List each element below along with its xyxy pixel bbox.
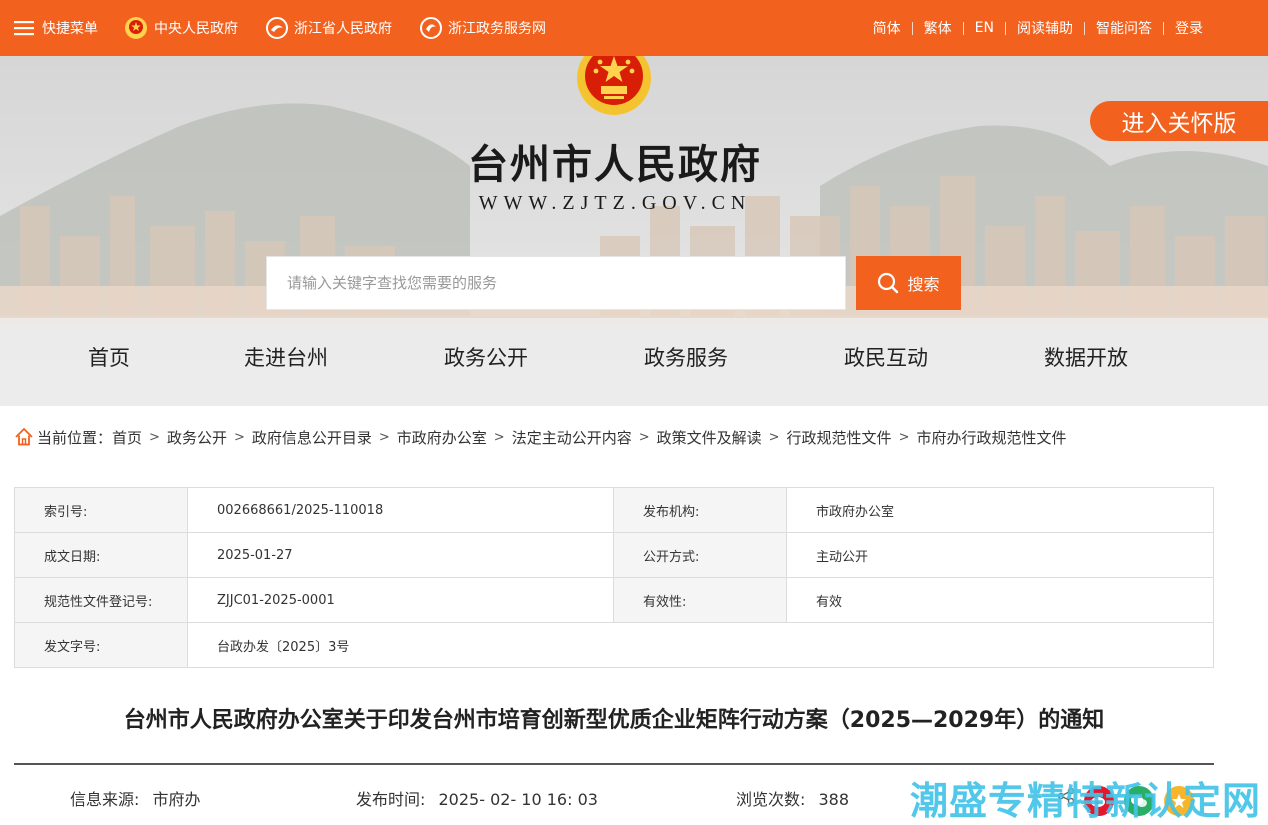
service-logo-icon [420, 17, 442, 39]
table-row: 成文日期: 2025-01-27 公开方式: 主动公开 [14, 532, 1214, 578]
views-label: 浏览次数: [736, 790, 806, 809]
breadcrumb-item[interactable]: 行政规范性文件 [787, 427, 892, 448]
national-emblem-logo [574, 56, 654, 122]
site-title: 台州市人民政府 [468, 141, 762, 188]
nav-item-home[interactable]: 首页 [88, 342, 130, 372]
nav-item-services[interactable]: 政务服务 [644, 342, 728, 372]
search-button[interactable]: 搜索 [856, 256, 961, 310]
link-label: 浙江省人民政府 [294, 21, 392, 37]
link-reading-aid[interactable]: 阅读辅助 [1006, 18, 1084, 38]
chevron-right-icon: > [638, 429, 650, 445]
table-row: 索引号: 002668661/2025-110018 发布机构: 市政府办公室 [14, 487, 1214, 533]
validity-value: 有效 [786, 577, 1214, 623]
breadcrumb-item[interactable]: 法定主动公开内容 [512, 427, 632, 448]
source-info: 信息来源: 市府办 [70, 786, 201, 810]
top-right-links: 简体 繁体 EN 阅读辅助 智能问答 登录 [862, 0, 1214, 56]
link-smart-qa[interactable]: 智能问答 [1085, 18, 1163, 38]
breadcrumb-item[interactable]: 政策文件及解读 [657, 427, 762, 448]
publisher-value: 市政府办公室 [786, 487, 1214, 533]
link-label: 中央人民政府 [154, 21, 238, 37]
table-row: 发文字号: 台政办发〔2025〕3号 [14, 622, 1214, 668]
quick-menu-button[interactable]: 快捷菜单 [14, 0, 98, 56]
site-url: WWW.ZJTZ.GOV.CN [478, 192, 752, 214]
nav-item-open-data[interactable]: 数据开放 [1044, 342, 1128, 372]
table-row: 规范性文件登记号: ZJJC01-2025-0001 有效性: 有效 [14, 577, 1214, 623]
zhejiang-logo-icon [266, 17, 288, 39]
time-value: 2025- 02- 10 16: 03 [438, 790, 598, 809]
divider [14, 763, 1214, 765]
breadcrumb-item[interactable]: 政务公开 [167, 427, 227, 448]
date-value: 2025-01-27 [187, 532, 614, 578]
breadcrumb-item[interactable]: 市政府办公室 [397, 427, 487, 448]
nav-item-interaction[interactable]: 政民互动 [844, 342, 928, 372]
link-zhejiang-service[interactable]: 浙江政务服务网 [420, 0, 546, 56]
link-english[interactable]: EN [964, 20, 1005, 36]
nav-item-about-taizhou[interactable]: 走进台州 [244, 342, 328, 372]
chevron-right-icon: > [493, 429, 505, 445]
link-traditional[interactable]: 繁体 [913, 18, 963, 38]
breadcrumb: 当前位置： 首页 > 政务公开 > 政府信息公开目录 > 市政府办公室 > 法定… [14, 424, 1066, 450]
validity-label: 有效性: [613, 577, 787, 623]
header-banner: 台州市人民政府 WWW.ZJTZ.GOV.CN 进入关怀版 搜索 首页 走进台州… [0, 56, 1268, 406]
chevron-right-icon: > [233, 429, 245, 445]
search-button-label: 搜索 [907, 275, 940, 294]
breadcrumb-item[interactable]: 首页 [112, 427, 142, 448]
search-icon [877, 272, 899, 294]
publisher-label: 发布机构: [613, 487, 787, 533]
watermark-overlay: 潮盛专精特新认定网 [910, 779, 1262, 823]
link-zhejiang-gov[interactable]: 浙江省人民政府 [266, 0, 392, 56]
main-nav: 首页 走进台州 政务公开 政务服务 政民互动 数据开放 [0, 342, 1268, 378]
menu-icon [14, 20, 36, 36]
views-value: 388 [818, 790, 850, 809]
home-icon [14, 427, 34, 447]
chevron-right-icon: > [378, 429, 390, 445]
nav-item-government-affairs[interactable]: 政务公开 [444, 342, 528, 372]
link-central-gov[interactable]: 中央人民政府 [124, 0, 238, 56]
chevron-right-icon: > [768, 429, 780, 445]
method-value: 主动公开 [786, 532, 1214, 578]
care-version-button[interactable]: 进入关怀版 [1090, 101, 1268, 141]
date-label: 成文日期: [14, 532, 188, 578]
link-login[interactable]: 登录 [1164, 18, 1214, 38]
link-label: 浙江政务服务网 [448, 21, 546, 37]
index-no-value: 002668661/2025-110018 [187, 487, 614, 533]
article-title: 台州市人民政府办公室关于印发台州市培育创新型优质企业矩阵行动方案（2025—20… [123, 708, 1105, 733]
doc-no-value: 台政办发〔2025〕3号 [187, 622, 1214, 668]
chevron-right-icon: > [149, 429, 160, 445]
breadcrumb-item[interactable]: 市府办行政规范性文件 [916, 427, 1066, 448]
time-label: 发布时间: [356, 790, 426, 809]
link-simplified[interactable]: 简体 [862, 18, 912, 38]
views-info: 浏览次数: 388 [736, 786, 849, 810]
national-emblem-icon [124, 16, 148, 40]
quick-menu-label: 快捷菜单 [42, 21, 98, 37]
reg-no-label: 规范性文件登记号: [14, 577, 188, 623]
breadcrumb-item[interactable]: 政府信息公开目录 [252, 427, 372, 448]
publish-time-info: 发布时间: 2025- 02- 10 16: 03 [356, 786, 598, 810]
method-label: 公开方式: [613, 532, 787, 578]
reg-no-value: ZJJC01-2025-0001 [187, 577, 614, 623]
document-meta-table: 索引号: 002668661/2025-110018 发布机构: 市政府办公室 … [14, 487, 1214, 668]
source-label: 信息来源: [70, 790, 140, 809]
top-bar: 快捷菜单 中央人民政府 浙江省人民政府 浙江政务服务网 简体 繁体 EN 阅读辅… [0, 0, 1268, 56]
source-value: 市府办 [152, 790, 201, 809]
chevron-right-icon: > [898, 429, 910, 445]
search-box [266, 256, 846, 310]
doc-no-label: 发文字号: [14, 622, 188, 668]
breadcrumb-label: 当前位置： [37, 428, 113, 447]
search-input[interactable] [287, 274, 845, 292]
index-no-label: 索引号: [14, 487, 188, 533]
